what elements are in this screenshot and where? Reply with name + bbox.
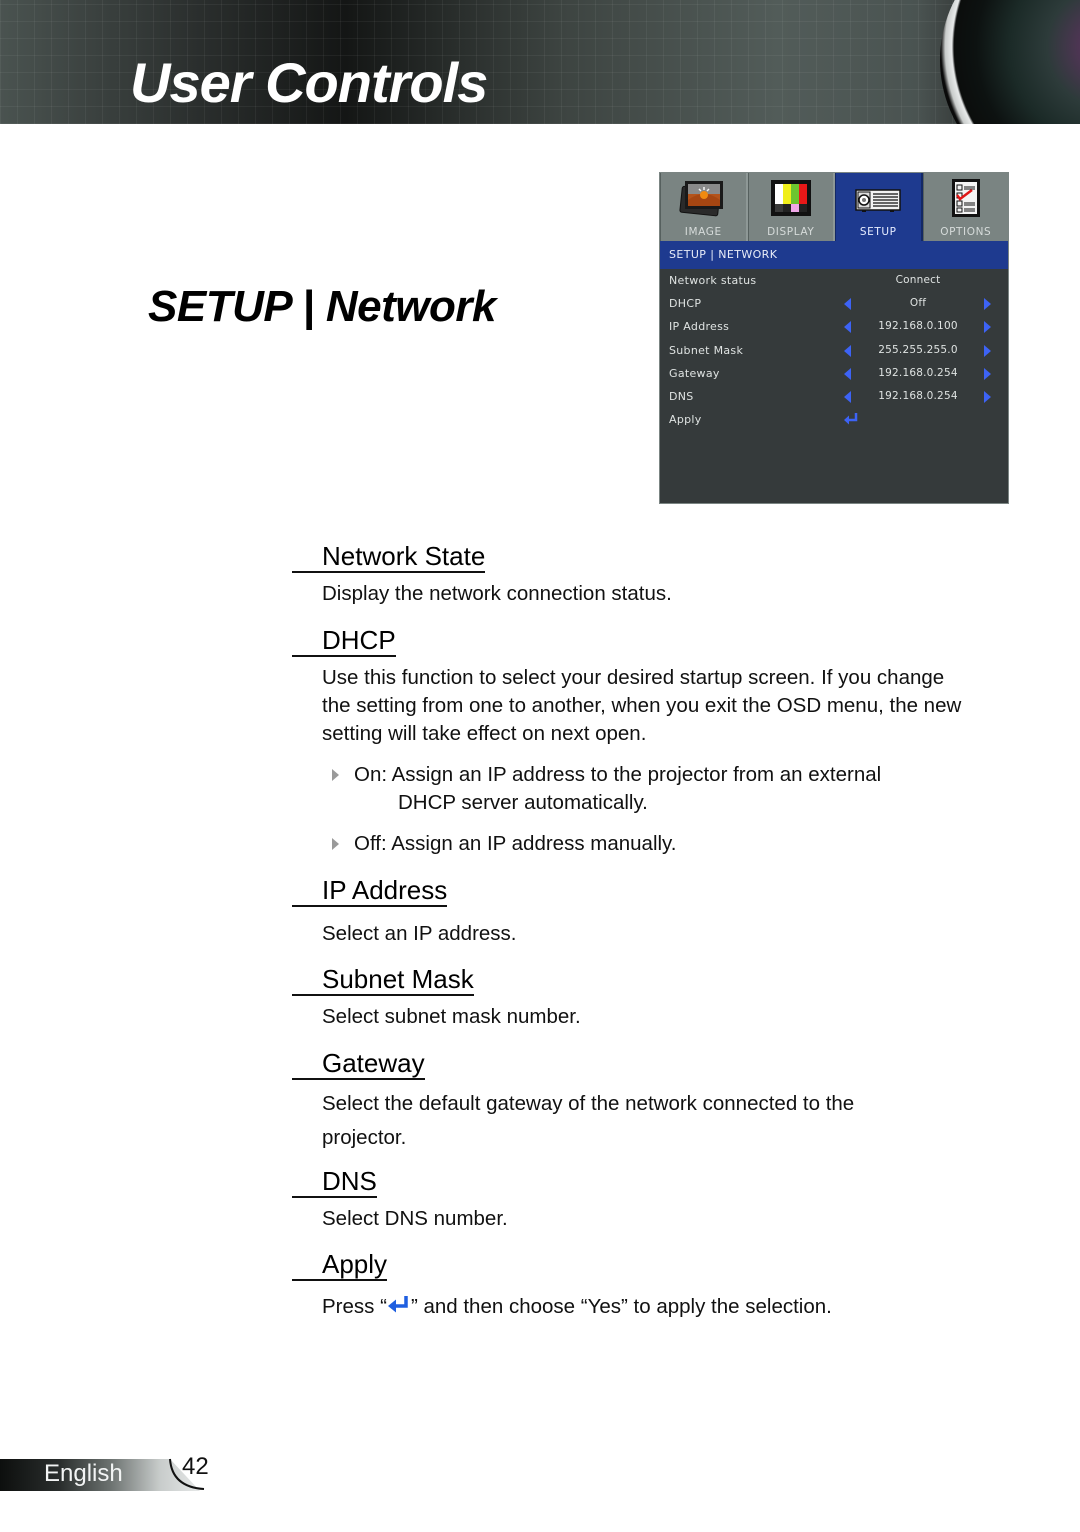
arrow-right-icon[interactable] [984, 344, 991, 357]
bullet-arrow-icon [332, 838, 339, 850]
arrow-left-icon[interactable] [844, 298, 851, 311]
osd-row-label: DNS [669, 389, 694, 403]
heading-dhcp: DHCP [292, 626, 396, 657]
heading-gateway: Gateway [292, 1049, 425, 1080]
text-network-state: Display the network connection status. [322, 582, 672, 605]
osd-menu: IMAGE DISPLAY SETUP OPTIONS SETUP | NETW… [659, 172, 1009, 504]
heading-subnet-mask: Subnet Mask [292, 965, 474, 996]
tab-label: SETUP [859, 226, 897, 238]
osd-tab-bar: IMAGE DISPLAY SETUP OPTIONS [660, 173, 1008, 241]
arrow-left-icon[interactable] [844, 367, 851, 380]
enter-icon[interactable] [843, 412, 859, 426]
osd-row-label: Apply [669, 413, 702, 427]
bullet-arrow-icon [332, 769, 339, 781]
text-gateway: Select the default gateway of the networ… [322, 1092, 855, 1149]
osd-row-value: 192.168.0.100 [878, 320, 958, 333]
heading-apply: Apply [292, 1250, 388, 1281]
lens-image [940, 0, 1080, 124]
arrow-left-icon[interactable] [844, 321, 851, 334]
tab-display[interactable]: DISPLAY [747, 173, 835, 241]
osd-row-label: IP Address [669, 320, 730, 334]
banner-title: User Controls [130, 51, 488, 114]
osd-row-gateway[interactable]: Gateway 192.168.0.254 [660, 362, 1008, 385]
text-subnet-mask: Select subnet mask number. [322, 1005, 581, 1028]
arrow-left-icon[interactable] [844, 390, 851, 403]
osd-row-dns[interactable]: DNS 192.168.0.254 [660, 385, 1008, 408]
arrow-right-icon[interactable] [984, 367, 991, 380]
osd-row-value: 192.168.0.254 [878, 389, 958, 402]
apply-text-after: ” and then choose “Yes” to apply the sel… [410, 1295, 832, 1318]
heading-dns: DNS [292, 1167, 377, 1198]
footer-language: English [44, 1460, 123, 1487]
header-banner: User Controls [0, 0, 1080, 124]
heading-network-state: Network State [292, 542, 486, 573]
projector-icon [854, 178, 902, 218]
text-ip-address: Select an IP address. [322, 922, 517, 945]
osd-breadcrumb: SETUP | NETWORK [660, 241, 1008, 269]
osd-row-label: Network status [669, 274, 757, 287]
arrow-right-icon[interactable] [984, 321, 991, 334]
image-icon [679, 178, 727, 218]
arrow-right-icon[interactable] [984, 298, 991, 311]
osd-row-subnet-mask[interactable]: Subnet Mask 255.255.255.0 [660, 339, 1008, 362]
bullet-line: DHCP server automatically. [398, 791, 648, 814]
tab-label: IMAGE [684, 226, 722, 238]
tab-setup[interactable]: SETUP [835, 173, 923, 241]
osd-settings-list: Network status Connect DHCP Off IP Addre… [660, 269, 1008, 431]
section-title: SETUP | Network [148, 282, 496, 331]
osd-row-value: Off [909, 297, 927, 310]
arrow-left-icon[interactable] [844, 344, 851, 357]
osd-row-label: DHCP [669, 297, 702, 311]
tab-image[interactable]: IMAGE [660, 173, 748, 241]
osd-row-label: Gateway [669, 366, 720, 380]
bullet-line: Off: Assign an IP address manually. [354, 832, 677, 855]
osd-row-apply[interactable]: Apply [660, 408, 1008, 431]
page-number: 42 [182, 1453, 209, 1480]
display-icon [767, 178, 815, 218]
tab-options[interactable]: OPTIONS [922, 173, 1008, 241]
osd-row-value: 192.168.0.254 [878, 366, 958, 379]
osd-row-label: Subnet Mask [669, 343, 744, 357]
heading-ip-address: IP Address [292, 876, 448, 907]
osd-row-value: Connect [895, 274, 941, 286]
text-dns: Select DNS number. [322, 1207, 508, 1230]
text-dhcp: Use this function to select your desired… [322, 666, 962, 745]
enter-icon [387, 1295, 411, 1315]
tab-label: DISPLAY [767, 226, 815, 238]
bullet-line: On: Assign an IP address to the projecto… [354, 763, 882, 786]
text-apply: Press “ ” and then choose “Yes” to apply … [322, 1293, 982, 1321]
tab-label: OPTIONS [940, 226, 992, 238]
apply-text-before: Press “ [322, 1295, 387, 1318]
osd-row-network-status: Network status Connect [660, 269, 1008, 292]
checklist-icon [942, 178, 990, 218]
osd-row-value: 255.255.255.0 [878, 343, 958, 356]
arrow-right-icon[interactable] [984, 390, 991, 403]
osd-row-ip-address[interactable]: IP Address 192.168.0.100 [660, 315, 1008, 338]
osd-row-dhcp[interactable]: DHCP Off [660, 292, 1008, 315]
